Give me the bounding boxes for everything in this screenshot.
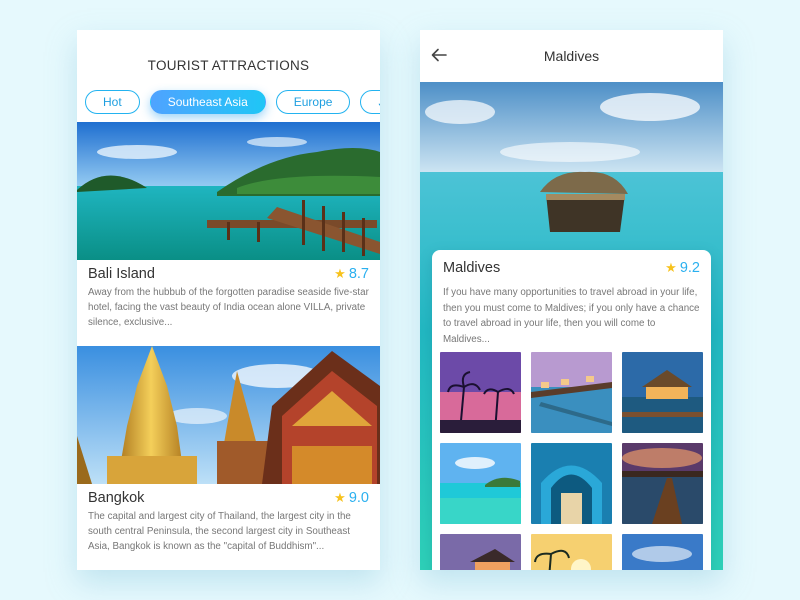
- back-arrow-icon[interactable]: [430, 46, 448, 64]
- tab-japan[interactable]: Japan: [360, 90, 380, 114]
- destination-detail-screen: Maldives Maldives ★ 9.2 If you have many: [420, 30, 723, 570]
- page-title: Maldives: [543, 48, 600, 64]
- category-tabs: Hot Southeast Asia Europe Japan: [85, 90, 380, 114]
- rating: ★ 9.0: [334, 490, 369, 506]
- card-description: If you have many opportunities to travel…: [443, 287, 700, 345]
- card-description: Away from the hubbub of the forgotten pa…: [88, 287, 369, 328]
- gallery-photo[interactable]: [622, 534, 703, 570]
- rating-value: 8.7: [348, 266, 369, 282]
- gallery-photo[interactable]: [440, 352, 521, 433]
- gallery-photo[interactable]: [440, 534, 521, 570]
- rating: ★ 8.7: [334, 266, 369, 282]
- attraction-card-bangkok[interactable]: Bangkok ★ 9.0 The capital and largest ci…: [77, 346, 380, 554]
- rating-value: 9.2: [679, 260, 700, 276]
- star-icon: ★: [334, 266, 346, 281]
- tab-hot[interactable]: Hot: [85, 90, 140, 114]
- attraction-card-bali[interactable]: Bali Island ★ 8.7 Away from the hubbub o…: [77, 122, 380, 330]
- tab-europe[interactable]: Europe: [275, 90, 351, 114]
- destination-info-card: Maldives ★ 9.2 If you have many opportun…: [432, 250, 711, 570]
- gallery-photo[interactable]: [531, 352, 612, 433]
- bali-island-photo: [77, 122, 380, 260]
- bangkok-temple-photo: [77, 346, 380, 484]
- screen-header: Maldives: [420, 30, 723, 82]
- tab-southeast-asia[interactable]: Southeast Asia: [149, 90, 266, 114]
- gallery-photo[interactable]: [531, 443, 612, 524]
- card-title: Bangkok: [88, 490, 145, 506]
- gallery-photo[interactable]: [531, 534, 612, 570]
- page-title: TOURIST ATTRACTIONS: [147, 57, 310, 73]
- rating: ★ 9.2: [665, 260, 700, 276]
- attractions-screen: TOURIST ATTRACTIONS Hot Southeast Asia E…: [77, 30, 380, 570]
- photo-gallery: [440, 352, 703, 570]
- rating-value: 9.0: [348, 490, 369, 506]
- card-description: The capital and largest city of Thailand…: [88, 511, 351, 552]
- gallery-photo[interactable]: [622, 443, 703, 524]
- card-title: Bali Island: [88, 266, 155, 282]
- card-title: Maldives: [443, 260, 501, 276]
- star-icon: ★: [665, 260, 677, 275]
- gallery-photo[interactable]: [622, 352, 703, 433]
- star-icon: ★: [334, 490, 346, 505]
- gallery-photo[interactable]: [440, 443, 521, 524]
